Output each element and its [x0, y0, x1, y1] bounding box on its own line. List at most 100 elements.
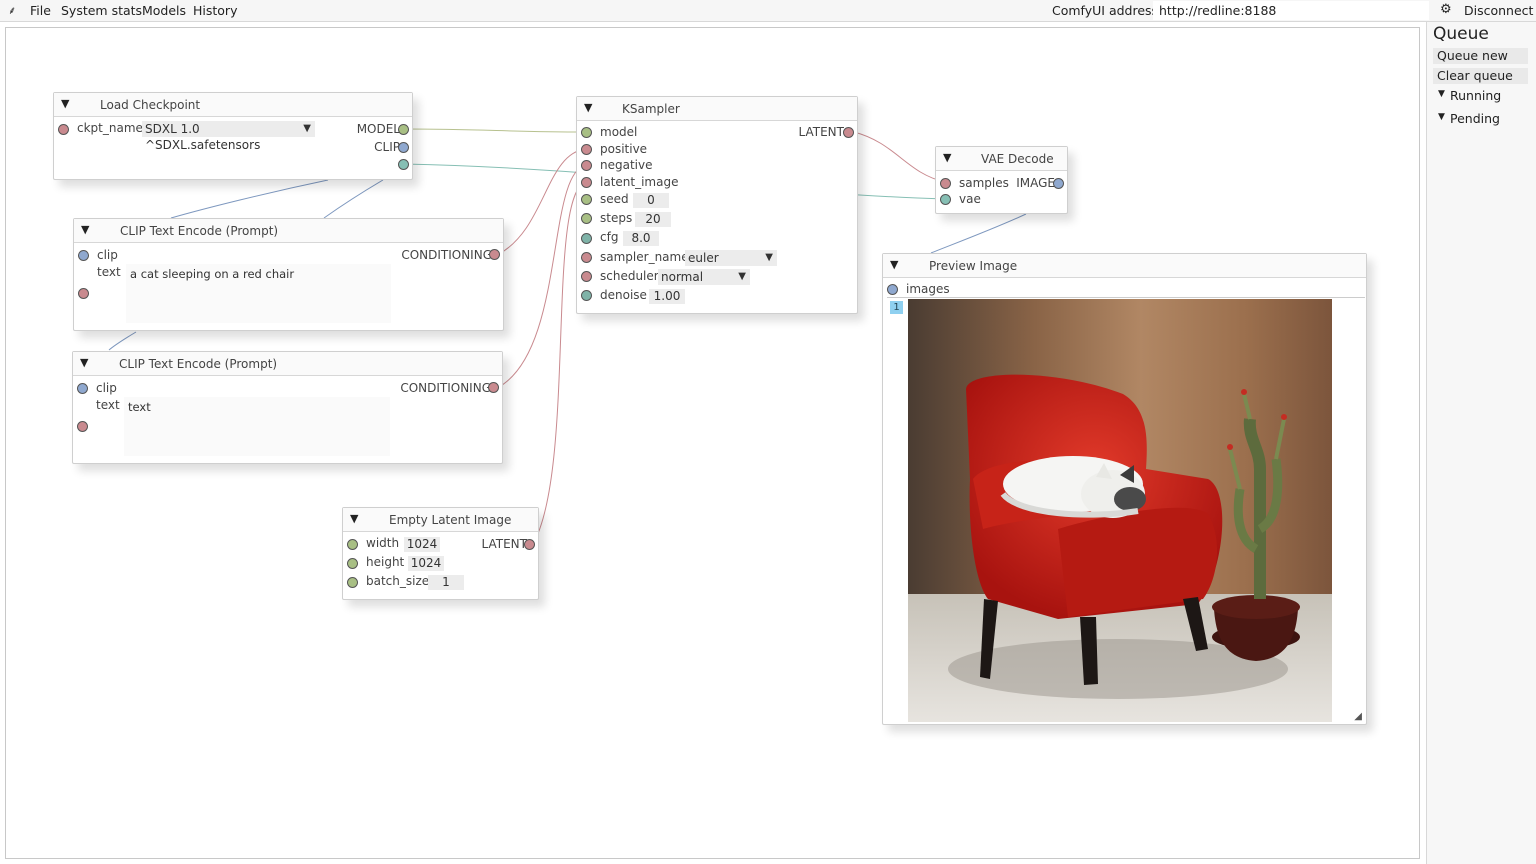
node-empty-latent-image[interactable]: ▼ Empty Latent Image LATENT width 1024 h… — [342, 507, 539, 600]
triangle-down-icon[interactable]: ▼ — [943, 151, 951, 164]
prompt-textarea[interactable]: a cat sleeping on a red chair — [126, 264, 391, 323]
output-model-label: MODEL — [356, 122, 400, 136]
address-value: http://redline:8188 — [1159, 3, 1277, 18]
batch-label: batch_size — [366, 574, 430, 588]
input-vae-dot[interactable] — [940, 194, 951, 205]
node-ksampler[interactable]: ▼ KSampler model positive negative laten… — [576, 96, 858, 314]
scheduler-value: normal — [661, 270, 704, 284]
node-load-checkpoint[interactable]: ▼ Load Checkpoint ckpt_name SDXL 1.0 ^SD… — [53, 92, 413, 180]
wire-latent-out — [853, 131, 946, 183]
output-image-label: IMAGE — [1016, 176, 1055, 190]
triangle-down-icon[interactable]: ▼ — [80, 356, 88, 369]
height-input[interactable]: 1024 — [408, 556, 444, 571]
node-header[interactable]: ▼ KSampler — [577, 97, 857, 121]
node-title: Preview Image — [929, 259, 1018, 273]
node-clip-text-encode-positive[interactable]: ▼ CLIP Text Encode (Prompt) clip text a … — [73, 218, 504, 331]
output-conditioning-dot[interactable] — [489, 249, 500, 260]
prompt-textarea[interactable]: text — [124, 397, 390, 456]
divider — [887, 297, 1365, 298]
menu-bar: ⸙ File System stats Models History Comfy… — [0, 0, 1536, 22]
node-header[interactable]: ▼ Preview Image — [883, 254, 1366, 278]
triangle-down-icon[interactable]: ▼ — [61, 97, 69, 110]
input-positive-dot[interactable] — [581, 144, 592, 155]
input-model-dot[interactable] — [581, 127, 592, 138]
disconnect-button[interactable]: Disconnect — [1464, 3, 1533, 18]
menu-models[interactable]: Models — [142, 3, 186, 18]
graph-canvas[interactable]: ▼ Load Checkpoint ckpt_name SDXL 1.0 ^SD… — [5, 27, 1420, 859]
gear-icon[interactable]: ⚙ — [1440, 2, 1452, 17]
triangle-down-icon[interactable]: ▼ — [584, 101, 592, 114]
output-latent-dot[interactable] — [524, 539, 535, 550]
queue-new-button[interactable]: Queue new — [1433, 48, 1528, 64]
comfy-logo-icon: ⸙ — [8, 4, 17, 17]
ckpt-select[interactable]: SDXL 1.0 ^SDXL.safetensors ▼ — [142, 121, 315, 152]
chevron-down-icon: ▼ — [765, 252, 773, 263]
scheduler-select[interactable]: normal ▼ — [658, 269, 750, 285]
triangle-down-icon[interactable]: ▼ — [1438, 112, 1445, 122]
cfg-input[interactable]: 8.0 — [623, 231, 659, 246]
width-input[interactable]: 1024 — [404, 537, 440, 552]
batch-dot[interactable] — [347, 577, 358, 588]
triangle-down-icon[interactable]: ▼ — [1438, 89, 1445, 99]
seed-input[interactable]: 0 — [633, 193, 669, 208]
node-preview-image[interactable]: ▼ Preview Image images 1 ◢ — [882, 253, 1367, 725]
output-conditioning-label: CONDITIONING — [400, 381, 491, 395]
input-negative-dot[interactable] — [581, 160, 592, 171]
triangle-down-icon[interactable]: ▼ — [350, 512, 358, 525]
input-clip-dot[interactable] — [77, 383, 88, 394]
node-header[interactable]: ▼ Empty Latent Image — [343, 508, 538, 532]
text-label: text — [96, 398, 120, 412]
text-input-dot[interactable] — [78, 288, 89, 299]
steps-input[interactable]: 20 — [635, 212, 671, 227]
seed-label: seed — [600, 192, 629, 206]
node-clip-text-encode-negative[interactable]: ▼ CLIP Text Encode (Prompt) clip text te… — [72, 351, 503, 464]
text-input-dot[interactable] — [77, 421, 88, 432]
menu-history[interactable]: History — [193, 3, 237, 18]
pending-section[interactable]: Pending — [1450, 111, 1500, 126]
steps-dot[interactable] — [581, 213, 592, 224]
node-title: CLIP Text Encode (Prompt) — [120, 224, 279, 238]
input-images-label: images — [906, 282, 950, 296]
menu-file[interactable]: File — [30, 3, 51, 18]
input-images-dot[interactable] — [887, 284, 898, 295]
sampler-dot[interactable] — [581, 252, 592, 263]
image-index-badge[interactable]: 1 — [890, 301, 903, 314]
cfg-label: cfg — [600, 230, 619, 244]
output-conditioning-dot[interactable] — [488, 382, 499, 393]
node-header[interactable]: ▼ VAE Decode — [936, 147, 1067, 171]
triangle-down-icon[interactable]: ▼ — [81, 223, 89, 236]
ckpt-input-dot[interactable] — [58, 124, 69, 135]
width-dot[interactable] — [347, 539, 358, 550]
triangle-down-icon[interactable]: ▼ — [890, 258, 898, 271]
input-clip-dot[interactable] — [78, 250, 89, 261]
sampler-select[interactable]: euler ▼ — [685, 250, 777, 266]
resize-handle-icon[interactable]: ◢ — [1354, 711, 1362, 722]
clear-queue-button[interactable]: Clear queue — [1433, 68, 1528, 84]
prompt-text: a cat sleeping on a red chair — [130, 267, 295, 281]
height-dot[interactable] — [347, 558, 358, 569]
wire-image — [930, 213, 1027, 254]
node-vae-decode[interactable]: ▼ VAE Decode samples vae IMAGE — [935, 146, 1068, 214]
output-clip-dot[interactable] — [398, 142, 409, 153]
node-header[interactable]: ▼ CLIP Text Encode (Prompt) — [74, 219, 503, 243]
node-header[interactable]: ▼ Load Checkpoint — [54, 93, 412, 117]
menu-system-stats[interactable]: System stats — [61, 3, 142, 18]
denoise-input[interactable]: 1.00 — [649, 289, 685, 304]
address-input[interactable]: http://redline:8188 — [1153, 1, 1429, 20]
batch-input[interactable]: 1 — [428, 575, 464, 590]
output-image-dot[interactable] — [1053, 178, 1064, 189]
input-samples-dot[interactable] — [940, 178, 951, 189]
preview-image[interactable] — [908, 299, 1332, 722]
seed-dot[interactable] — [581, 194, 592, 205]
output-latent-dot[interactable] — [843, 127, 854, 138]
scheduler-dot[interactable] — [581, 271, 592, 282]
denoise-dot[interactable] — [581, 290, 592, 301]
denoise-label: denoise — [600, 288, 647, 302]
node-header[interactable]: ▼ CLIP Text Encode (Prompt) — [73, 352, 502, 376]
input-latent-dot[interactable] — [581, 177, 592, 188]
cfg-dot[interactable] — [581, 233, 592, 244]
output-vae-dot[interactable] — [398, 159, 409, 170]
wire-clip-2 — [323, 179, 384, 219]
output-model-dot[interactable] — [398, 124, 409, 135]
running-section[interactable]: Running — [1450, 88, 1501, 103]
